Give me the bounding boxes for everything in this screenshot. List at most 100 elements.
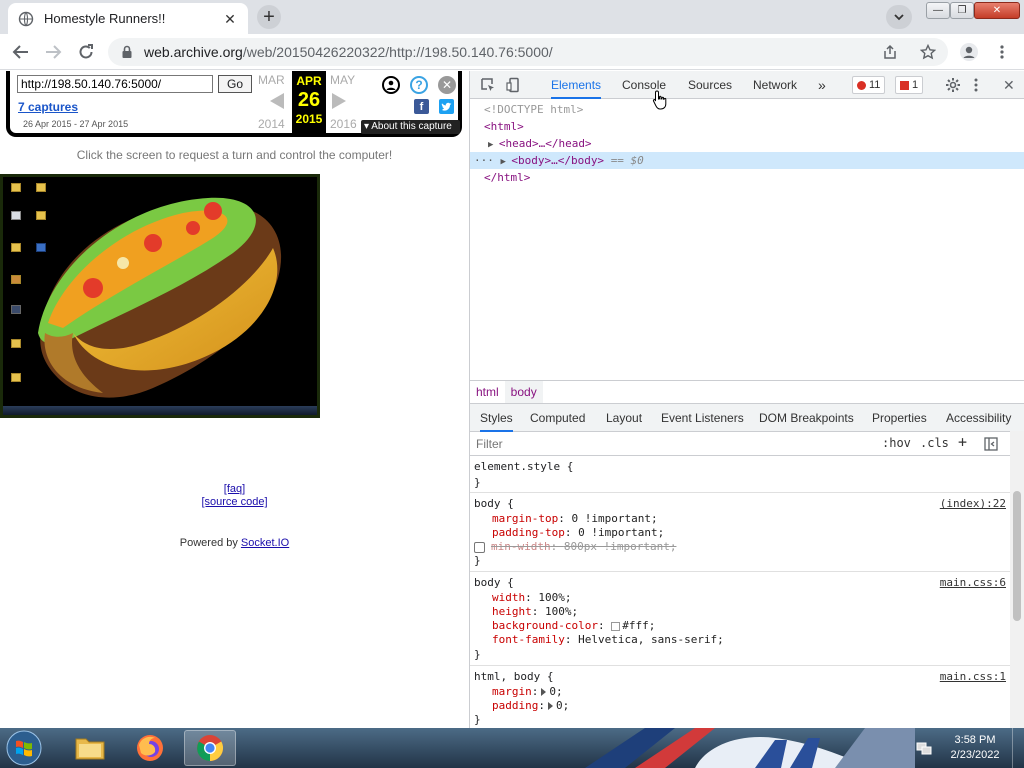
about-capture-button[interactable]: ▾ About this capture [361, 120, 460, 134]
tab-dom-breakpoints[interactable]: DOM Breakpoints [759, 404, 854, 432]
tab-computed[interactable]: Computed [530, 404, 585, 432]
faq-link[interactable]: [faq] [0, 483, 469, 496]
tab-layout[interactable]: Layout [606, 404, 642, 432]
tab-properties[interactable]: Properties [872, 404, 927, 432]
devtools-menu-icon[interactable] [973, 77, 979, 93]
tab-search-button[interactable] [886, 5, 912, 29]
rule-source-link[interactable]: (index):22 [940, 497, 1006, 510]
cls-toggle[interactable]: .cls [920, 436, 949, 450]
body-selector[interactable]: body { [474, 497, 514, 511]
toggle-sidebar-icon[interactable] [984, 437, 998, 451]
dom-head[interactable]: ▶ <head>…</head> [470, 135, 1024, 152]
window-close-button[interactable]: ✕ [974, 2, 1020, 19]
tab-network[interactable]: Network [753, 71, 797, 99]
scrollbar-thumb[interactable] [1013, 491, 1021, 621]
rule-source-link[interactable]: main.css:6 [940, 576, 1006, 589]
prev-month-label[interactable]: MAR [258, 73, 285, 87]
dom-html-close[interactable]: </html> [470, 169, 1024, 186]
html-open-text: <html> [484, 120, 524, 133]
css-declaration[interactable]: padding-top: 0 !important; [492, 526, 664, 540]
taskbar-chrome[interactable] [184, 730, 236, 766]
css-declaration-disabled[interactable]: min-width: 800px !important; [474, 540, 676, 554]
source-code-link[interactable]: [source code] [0, 496, 469, 509]
more-tabs-icon[interactable]: » [818, 71, 826, 99]
address-bar[interactable]: web.archive.org/web/20150426220322/http:… [108, 38, 948, 66]
property-name: padding-top [492, 526, 565, 539]
prev-capture-arrow-icon[interactable] [270, 93, 284, 109]
tab-close-icon[interactable]: ✕ [222, 11, 238, 27]
tab-sources[interactable]: Sources [688, 71, 732, 99]
styles-filter-input[interactable] [476, 436, 866, 452]
user-account-icon[interactable] [382, 76, 400, 94]
back-button[interactable] [10, 41, 32, 63]
expand-triangle-icon[interactable]: ▶ [501, 157, 512, 167]
html-body-selector[interactable]: html, body { [474, 670, 553, 684]
close-devtools-icon[interactable]: ✕ [1003, 71, 1015, 99]
expand-shorthand-icon[interactable] [541, 688, 547, 696]
dom-body-selected[interactable]: ··· ▶ <body>…</body> == $0 [470, 152, 1024, 169]
settings-gear-icon[interactable] [945, 77, 961, 93]
network-tray-icon[interactable] [916, 740, 932, 756]
new-tab-button[interactable]: + [257, 5, 281, 29]
error-count-badge[interactable]: 11 [852, 76, 886, 94]
captures-link[interactable]: 7 captures [18, 100, 78, 114]
element-style-selector[interactable]: element.style { [474, 460, 573, 474]
rule-source-link[interactable]: main.css:1 [940, 670, 1006, 683]
tab-styles[interactable]: Styles [480, 404, 513, 432]
css-declaration[interactable]: margin: 0; [492, 685, 563, 699]
next-year-label[interactable]: 2016 [330, 117, 357, 131]
issues-count-badge[interactable]: 1 [895, 76, 924, 94]
declaration-checkbox[interactable] [474, 541, 485, 553]
next-capture-arrow-icon[interactable] [332, 93, 346, 109]
browser-tab[interactable]: Homestyle Runners!! ✕ [8, 3, 248, 34]
reload-button[interactable] [75, 41, 97, 63]
expand-shorthand-icon[interactable] [547, 702, 553, 710]
remote-desktop-screen[interactable] [0, 174, 320, 418]
show-desktop-button[interactable] [1012, 728, 1024, 768]
css-declaration[interactable]: width: 100%; [492, 591, 572, 605]
wayback-url-input[interactable] [17, 75, 213, 93]
start-button[interactable] [4, 729, 44, 767]
profile-button[interactable] [958, 41, 980, 63]
maximize-button[interactable]: ❐ [950, 2, 974, 19]
styles-scrollbar[interactable] [1010, 431, 1024, 728]
taskbar-firefox[interactable] [124, 730, 176, 766]
inspect-element-icon[interactable] [480, 77, 496, 93]
prev-year-label[interactable]: 2014 [258, 117, 285, 131]
taskbar-explorer[interactable] [64, 730, 116, 766]
close-wayback-icon[interactable]: ✕ [438, 76, 456, 94]
breadcrumb-html[interactable]: html [470, 381, 505, 403]
twitter-icon[interactable] [439, 99, 454, 114]
tab-elements[interactable]: Elements [551, 71, 602, 99]
tab-event-listeners[interactable]: Event Listeners [661, 404, 744, 432]
forward-button[interactable] [42, 41, 64, 63]
taskbar-clock[interactable]: 3:58 PM 2/23/2022 [940, 733, 1010, 763]
expand-triangle-icon[interactable]: ▶ [488, 140, 499, 150]
color-swatch-icon[interactable] [611, 621, 621, 631]
star-icon[interactable] [920, 44, 936, 60]
hov-toggle[interactable]: :hov [882, 436, 911, 450]
browser-menu-button[interactable] [991, 41, 1013, 63]
css-declaration[interactable]: background-color: #fff; [492, 619, 655, 633]
css-declaration[interactable]: height: 100%; [492, 605, 578, 619]
css-declaration[interactable]: padding: 0; [492, 699, 569, 713]
facebook-icon[interactable]: f [414, 99, 429, 114]
wayback-go-button[interactable]: Go [218, 75, 252, 93]
styles-filter-bar: :hov .cls + [470, 432, 1024, 456]
selected-marker: == $0 [610, 154, 644, 167]
device-toolbar-icon[interactable] [506, 77, 522, 93]
minimize-button[interactable]: — [926, 2, 950, 19]
wayback-toolbar: Go 7 captures 26 Apr 2015 - 27 Apr 2015 … [6, 71, 462, 137]
breadcrumb-body[interactable]: body [504, 381, 543, 403]
body-selector[interactable]: body { [474, 576, 514, 590]
share-icon[interactable] [882, 44, 898, 60]
dom-doctype[interactable]: <!DOCTYPE html> [470, 101, 1024, 118]
tab-accessibility[interactable]: Accessibility [946, 404, 1011, 432]
dom-html-open[interactable]: <html> [470, 118, 1024, 135]
next-month-label[interactable]: MAY [330, 73, 355, 87]
socketio-link[interactable]: Socket.IO [241, 537, 289, 549]
css-declaration[interactable]: font-family: Helvetica, sans-serif; [492, 633, 724, 647]
new-rule-plus-icon[interactable]: + [958, 433, 967, 451]
help-icon[interactable]: ? [410, 76, 428, 94]
css-declaration[interactable]: margin-top: 0 !important; [492, 512, 658, 526]
